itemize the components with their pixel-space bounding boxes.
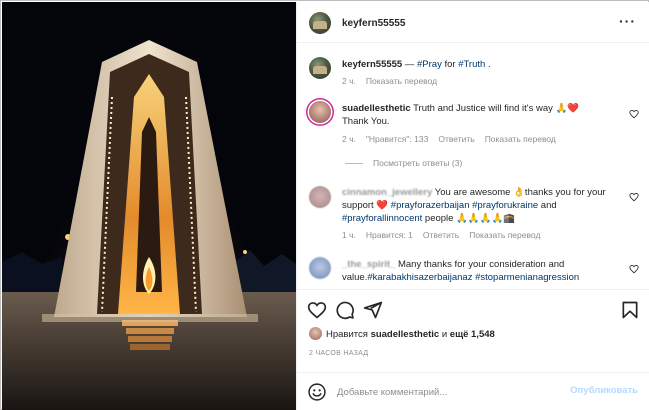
reply-button[interactable]: Ответить (423, 230, 459, 240)
reply-button[interactable]: Ответить (438, 134, 474, 144)
comment-text: suadellesthetic Truth and Justice will f… (342, 103, 580, 127)
hashtag-link[interactable]: #stoparmenianagression (475, 272, 579, 283)
comment-meta: 2 ч. "Нравится": 133 Ответить Показать пере… (342, 134, 566, 144)
comments-list: keyfern55555 — #Pray for #Truth . 2 ч. По… (297, 44, 649, 289)
caption-meta: 2 ч. Показать перевод (342, 76, 447, 86)
hashtag-link[interactable]: #Truth (458, 59, 485, 70)
add-comment-bar: Опубликовать (297, 372, 649, 410)
caption: keyfern55555 — #Pray for #Truth . (342, 59, 491, 70)
hashtag-link[interactable]: #prayforukraine (472, 200, 538, 211)
post-panel: keyfern55555 ··· keyfern55555 — #Pray fo… (296, 2, 649, 410)
translate-link[interactable]: Показать перевод (469, 230, 540, 240)
commenter-avatar[interactable] (309, 186, 331, 208)
comment-text: cinnamon_jewellery You are awesome 👌than… (342, 187, 606, 224)
more-options-icon[interactable]: ··· (619, 14, 636, 28)
emoji-smiley-icon[interactable] (307, 382, 327, 402)
like-comment-heart-icon[interactable] (629, 264, 639, 274)
comment-time: 2 ч. (342, 134, 356, 144)
memorial-image (2, 2, 296, 410)
publish-button[interactable]: Опубликовать (570, 385, 638, 396)
caption-username[interactable]: keyfern55555 (342, 59, 402, 70)
caption-time: 2 ч. (342, 76, 356, 86)
author-username[interactable]: keyfern55555 (342, 18, 405, 29)
like-comment-heart-icon[interactable] (629, 192, 639, 202)
translate-link[interactable]: Показать перевод (366, 76, 437, 86)
bookmark-icon[interactable] (620, 300, 640, 320)
commenter-username[interactable]: cinnamon_jewellery (342, 187, 432, 198)
like-comment-heart-icon[interactable] (629, 109, 639, 119)
likes-summary: Нравится suadellesthetic и ещё 1,548 (309, 327, 495, 340)
comment-time: 1 ч. (342, 230, 356, 240)
hashtag-link[interactable]: #karabakhisazerbaijanaz (367, 272, 472, 283)
commenter-username[interactable]: suadellesthetic (342, 103, 411, 114)
post-photo (2, 2, 296, 410)
liker-avatar[interactable] (309, 327, 322, 340)
translate-link[interactable]: Показать перевод (485, 134, 556, 144)
comment-likes[interactable]: Нравится: 1 (366, 230, 413, 240)
caption-avatar[interactable] (309, 57, 331, 79)
commenter-avatar[interactable] (309, 101, 331, 123)
comment-likes[interactable]: "Нравится": 133 (366, 134, 428, 144)
view-replies-button[interactable]: Посмотреть ответы (3) (345, 158, 462, 168)
liker-username[interactable]: suadellesthetic (371, 329, 440, 340)
post-timestamp: 2 ЧАСОВ НАЗАД (309, 350, 369, 357)
share-paper-plane-icon[interactable] (363, 300, 383, 320)
hashtag-link[interactable]: #prayforallinnocent (342, 213, 422, 224)
hashtag-link[interactable]: #Pray (417, 59, 442, 70)
hashtag-link[interactable]: #prayforazerbaijan (391, 200, 470, 211)
like-heart-icon[interactable] (307, 300, 327, 320)
comment-text: _the_spirit_ Many thanks for your consid… (342, 259, 580, 283)
post-dialog: keyfern55555 ··· keyfern55555 — #Pray fo… (0, 0, 649, 410)
likes-count-link[interactable]: ещё 1,548 (450, 329, 495, 340)
author-avatar[interactable] (309, 12, 331, 34)
post-header: keyfern55555 ··· (297, 2, 649, 43)
comment-bubble-icon[interactable] (335, 300, 355, 320)
commenter-avatar[interactable] (309, 257, 331, 279)
commenter-username[interactable]: _the_spirit_ (342, 259, 395, 270)
add-comment-input[interactable] (337, 384, 557, 400)
comment-meta: 1 ч. Нравится: 1 Ответить Показать перевод (342, 230, 550, 240)
post-actions (297, 289, 649, 331)
